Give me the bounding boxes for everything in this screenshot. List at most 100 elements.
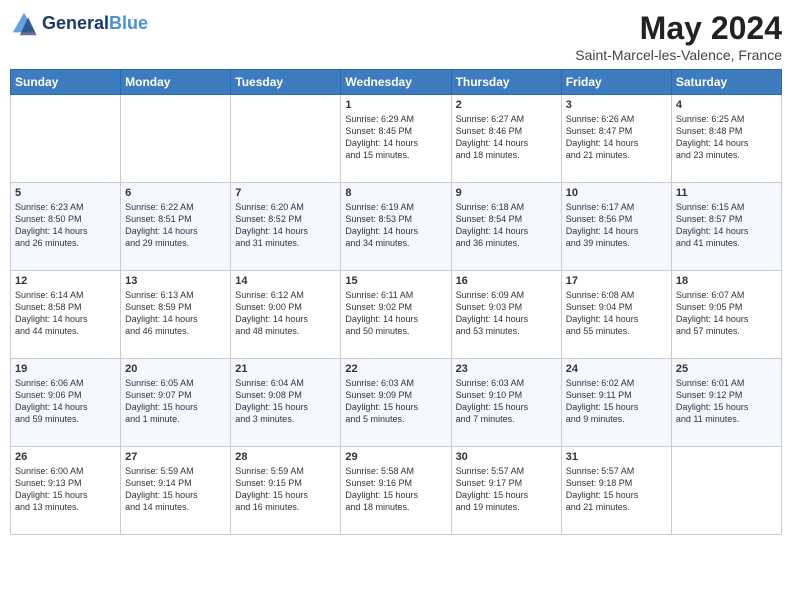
day-number: 13 [125, 275, 226, 287]
day-info: Sunrise: 6:22 AM Sunset: 8:51 PM Dayligh… [125, 201, 226, 250]
day-number: 17 [566, 275, 667, 287]
calendar-cell: 15 Sunrise: 6:11 AM Sunset: 9:02 PM Dayli… [341, 271, 451, 359]
day-info: Sunrise: 6:20 AM Sunset: 8:52 PM Dayligh… [235, 201, 336, 250]
weekday-header: Saturday [671, 70, 781, 95]
day-info: Sunrise: 6:03 AM Sunset: 9:09 PM Dayligh… [345, 377, 446, 426]
calendar-cell: 20 Sunrise: 6:05 AM Sunset: 9:07 PM Dayli… [121, 359, 231, 447]
page-header: GeneralBlue May 2024 Saint-Marcel-les-Va… [10, 10, 782, 63]
logo-text: GeneralBlue [42, 14, 148, 34]
calendar-week-row: 1 Sunrise: 6:29 AM Sunset: 8:45 PM Daylig… [11, 95, 782, 183]
calendar-cell: 13 Sunrise: 6:13 AM Sunset: 8:59 PM Dayli… [121, 271, 231, 359]
day-info: Sunrise: 6:04 AM Sunset: 9:08 PM Dayligh… [235, 377, 336, 426]
calendar-cell: 21 Sunrise: 6:04 AM Sunset: 9:08 PM Dayli… [231, 359, 341, 447]
day-number: 5 [15, 187, 116, 199]
day-info: Sunrise: 6:09 AM Sunset: 9:03 PM Dayligh… [456, 289, 557, 338]
calendar-cell: 9Sunrise: 6:18 AM Sunset: 8:54 PM Daylig… [451, 183, 561, 271]
weekday-header: Wednesday [341, 70, 451, 95]
day-info: Sunrise: 6:03 AM Sunset: 9:10 PM Dayligh… [456, 377, 557, 426]
day-info: Sunrise: 6:27 AM Sunset: 8:46 PM Dayligh… [456, 113, 557, 162]
calendar-week-row: 26 Sunrise: 6:00 AM Sunset: 9:13 PM Dayli… [11, 447, 782, 535]
day-number: 23 [456, 363, 557, 375]
weekday-header-row: SundayMondayTuesdayWednesdayThursdayFrid… [11, 70, 782, 95]
day-info: Sunrise: 5:59 AM Sunset: 9:14 PM Dayligh… [125, 465, 226, 514]
day-info: Sunrise: 6:06 AM Sunset: 9:06 PM Dayligh… [15, 377, 116, 426]
day-info: Sunrise: 6:23 AM Sunset: 8:50 PM Dayligh… [15, 201, 116, 250]
calendar-cell: 25 Sunrise: 6:01 AM Sunset: 9:12 PM Dayli… [671, 359, 781, 447]
calendar-week-row: 12 Sunrise: 6:14 AM Sunset: 8:58 PM Dayli… [11, 271, 782, 359]
calendar-cell: 24Sunrise: 6:02 AM Sunset: 9:11 PM Dayli… [561, 359, 671, 447]
calendar-cell: 26 Sunrise: 6:00 AM Sunset: 9:13 PM Dayli… [11, 447, 121, 535]
day-number: 14 [235, 275, 336, 287]
day-info: Sunrise: 6:01 AM Sunset: 9:12 PM Dayligh… [676, 377, 777, 426]
day-info: Sunrise: 6:07 AM Sunset: 9:05 PM Dayligh… [676, 289, 777, 338]
calendar-cell: 27Sunrise: 5:59 AM Sunset: 9:14 PM Dayli… [121, 447, 231, 535]
day-number: 10 [566, 187, 667, 199]
calendar-cell [231, 95, 341, 183]
calendar-cell: 30 Sunrise: 5:57 AM Sunset: 9:17 PM Dayli… [451, 447, 561, 535]
day-info: Sunrise: 6:00 AM Sunset: 9:13 PM Dayligh… [15, 465, 116, 514]
day-info: Sunrise: 6:25 AM Sunset: 8:48 PM Dayligh… [676, 113, 777, 162]
calendar-cell: 7 Sunrise: 6:20 AM Sunset: 8:52 PM Daylig… [231, 183, 341, 271]
day-number: 3 [566, 99, 667, 111]
day-info: Sunrise: 5:57 AM Sunset: 9:18 PM Dayligh… [566, 465, 667, 514]
weekday-header: Friday [561, 70, 671, 95]
day-number: 25 [676, 363, 777, 375]
day-info: Sunrise: 6:05 AM Sunset: 9:07 PM Dayligh… [125, 377, 226, 426]
day-info: Sunrise: 6:29 AM Sunset: 8:45 PM Dayligh… [345, 113, 446, 162]
weekday-header: Sunday [11, 70, 121, 95]
calendar-cell: 11Sunrise: 6:15 AM Sunset: 8:57 PM Dayli… [671, 183, 781, 271]
day-number: 20 [125, 363, 226, 375]
day-number: 12 [15, 275, 116, 287]
calendar-cell: 4 Sunrise: 6:25 AM Sunset: 8:48 PM Daylig… [671, 95, 781, 183]
calendar-cell: 28 Sunrise: 5:59 AM Sunset: 9:15 PM Dayli… [231, 447, 341, 535]
day-number: 26 [15, 451, 116, 463]
day-info: Sunrise: 6:12 AM Sunset: 9:00 PM Dayligh… [235, 289, 336, 338]
day-number: 4 [676, 99, 777, 111]
day-number: 16 [456, 275, 557, 287]
calendar-cell: 2 Sunrise: 6:27 AM Sunset: 8:46 PM Daylig… [451, 95, 561, 183]
weekday-header: Tuesday [231, 70, 341, 95]
day-info: Sunrise: 5:57 AM Sunset: 9:17 PM Dayligh… [456, 465, 557, 514]
calendar-cell: 16 Sunrise: 6:09 AM Sunset: 9:03 PM Dayli… [451, 271, 561, 359]
calendar-cell: 31 Sunrise: 5:57 AM Sunset: 9:18 PM Dayli… [561, 447, 671, 535]
day-number: 28 [235, 451, 336, 463]
calendar-cell: 18Sunrise: 6:07 AM Sunset: 9:05 PM Dayli… [671, 271, 781, 359]
day-number: 21 [235, 363, 336, 375]
day-info: Sunrise: 6:13 AM Sunset: 8:59 PM Dayligh… [125, 289, 226, 338]
calendar-cell: 14 Sunrise: 6:12 AM Sunset: 9:00 PM Dayli… [231, 271, 341, 359]
calendar-cell: 12 Sunrise: 6:14 AM Sunset: 8:58 PM Dayli… [11, 271, 121, 359]
day-number: 6 [125, 187, 226, 199]
day-info: Sunrise: 6:15 AM Sunset: 8:57 PM Dayligh… [676, 201, 777, 250]
day-number: 22 [345, 363, 446, 375]
day-number: 2 [456, 99, 557, 111]
calendar-cell: 19Sunrise: 6:06 AM Sunset: 9:06 PM Dayli… [11, 359, 121, 447]
calendar-cell: 3 Sunrise: 6:26 AM Sunset: 8:47 PM Daylig… [561, 95, 671, 183]
calendar-cell: 5 Sunrise: 6:23 AM Sunset: 8:50 PM Daylig… [11, 183, 121, 271]
day-info: Sunrise: 6:11 AM Sunset: 9:02 PM Dayligh… [345, 289, 446, 338]
calendar-cell [11, 95, 121, 183]
day-number: 1 [345, 99, 446, 111]
month-title: May 2024 [575, 10, 782, 47]
calendar-cell: 22 Sunrise: 6:03 AM Sunset: 9:09 PM Dayli… [341, 359, 451, 447]
day-info: Sunrise: 6:14 AM Sunset: 8:58 PM Dayligh… [15, 289, 116, 338]
day-number: 30 [456, 451, 557, 463]
calendar-cell [671, 447, 781, 535]
day-number: 15 [345, 275, 446, 287]
calendar-cell: 1 Sunrise: 6:29 AM Sunset: 8:45 PM Daylig… [341, 95, 451, 183]
day-info: Sunrise: 6:17 AM Sunset: 8:56 PM Dayligh… [566, 201, 667, 250]
calendar-cell: 29Sunrise: 5:58 AM Sunset: 9:16 PM Dayli… [341, 447, 451, 535]
calendar-cell: 17 Sunrise: 6:08 AM Sunset: 9:04 PM Dayli… [561, 271, 671, 359]
calendar-cell: 10 Sunrise: 6:17 AM Sunset: 8:56 PM Dayli… [561, 183, 671, 271]
day-info: Sunrise: 5:58 AM Sunset: 9:16 PM Dayligh… [345, 465, 446, 514]
calendar-cell: 23 Sunrise: 6:03 AM Sunset: 9:10 PM Dayli… [451, 359, 561, 447]
location-title: Saint-Marcel-les-Valence, France [575, 47, 782, 63]
weekday-header: Monday [121, 70, 231, 95]
day-info: Sunrise: 6:19 AM Sunset: 8:53 PM Dayligh… [345, 201, 446, 250]
weekday-header: Thursday [451, 70, 561, 95]
calendar-week-row: 5 Sunrise: 6:23 AM Sunset: 8:50 PM Daylig… [11, 183, 782, 271]
day-number: 31 [566, 451, 667, 463]
day-info: Sunrise: 5:59 AM Sunset: 9:15 PM Dayligh… [235, 465, 336, 514]
day-info: Sunrise: 6:08 AM Sunset: 9:04 PM Dayligh… [566, 289, 667, 338]
day-number: 7 [235, 187, 336, 199]
day-info: Sunrise: 6:26 AM Sunset: 8:47 PM Dayligh… [566, 113, 667, 162]
